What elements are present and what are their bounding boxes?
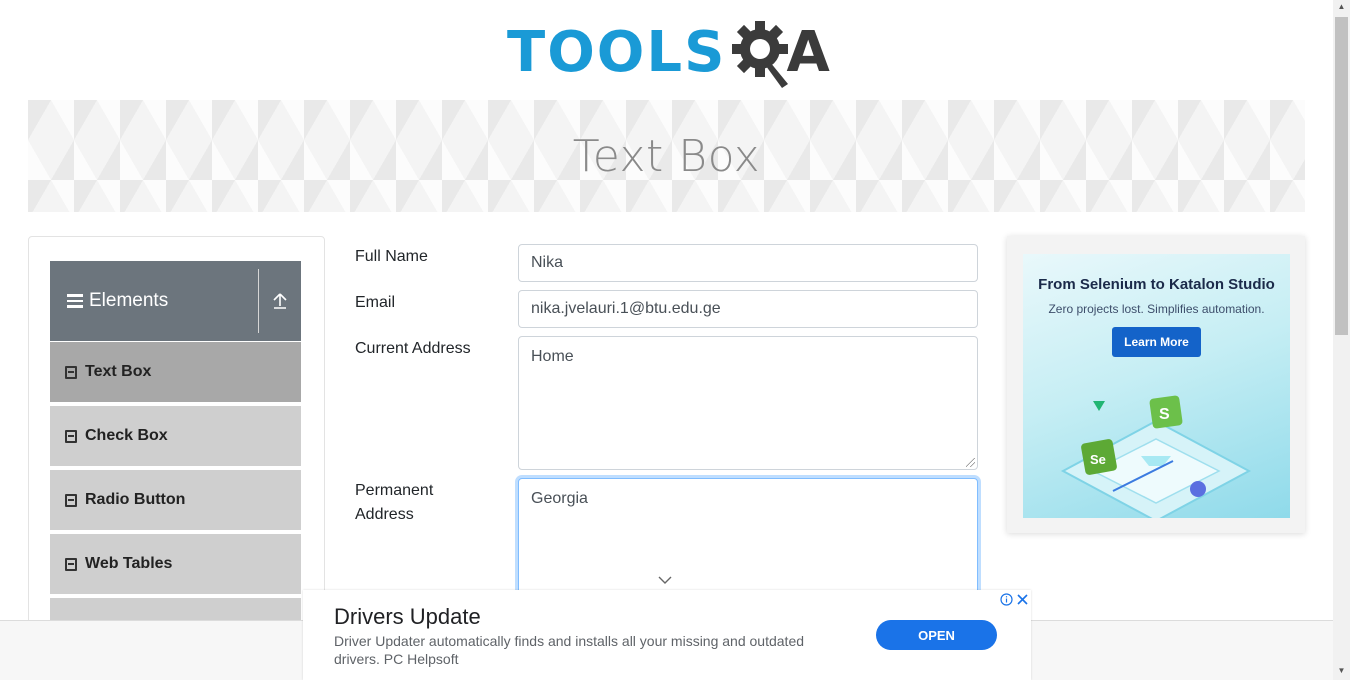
full-name-input[interactable]: Nika: [518, 244, 978, 282]
ad-illustration: S Se: [1060, 395, 1252, 518]
html5-icon: [65, 557, 77, 571]
html5-icon: [65, 429, 77, 443]
collapse-arrow-icon[interactable]: [259, 292, 301, 310]
info-icon[interactable]: [1000, 593, 1013, 606]
open-button[interactable]: OPEN: [876, 620, 997, 650]
html5-icon: [65, 493, 77, 507]
page-banner: Text Box: [28, 100, 1305, 212]
sidebar-item-radio-button[interactable]: Radio Button: [50, 469, 301, 531]
page-title: Text Box: [572, 130, 761, 182]
sidebar-group-header-elements[interactable]: Elements: [50, 261, 301, 341]
scroll-down-arrow-icon[interactable]: ▼: [1333, 666, 1350, 675]
full-name-label: Full Name: [355, 248, 428, 265]
sidebar-item-label: Web Tables: [85, 555, 173, 572]
ad-description: Driver Updater automatically finds and i…: [334, 633, 805, 667]
learn-more-button[interactable]: Learn More: [1112, 327, 1201, 357]
ad-headline: From Selenium to Katalon Studio: [1038, 276, 1275, 293]
katalon-logo-icon: S: [1159, 406, 1170, 423]
ad-title: Drivers Update: [334, 604, 481, 629]
scrollbar-thumb[interactable]: [1335, 17, 1348, 335]
side-advertisement[interactable]: From Selenium to Katalon Studio Zero pro…: [1007, 236, 1305, 533]
current-address-label: Current Address: [355, 340, 471, 357]
hamburger-icon: [67, 294, 83, 308]
bottom-advertisement[interactable]: Drivers Update Driver Updater automatica…: [303, 590, 1031, 680]
sidebar-group-title: Elements: [89, 290, 169, 311]
close-icon[interactable]: [1017, 594, 1028, 605]
email-label: Email: [355, 294, 396, 311]
current-address-textarea[interactable]: Home: [518, 336, 978, 470]
ad-creative: From Selenium to Katalon Studio Zero pro…: [1023, 254, 1290, 518]
logo-text-a: A: [786, 20, 830, 85]
email-input[interactable]: nika.jvelauri.1@btu.edu.ge: [518, 290, 978, 328]
current-address-value: Home: [531, 348, 574, 365]
resize-handle[interactable]: [966, 458, 975, 467]
sidebar-item-check-box[interactable]: Check Box: [50, 405, 301, 467]
sidebar-menu: Text Box Check Box Radio Button Web Tabl…: [50, 341, 301, 661]
sidebar-item-text-box[interactable]: Text Box: [50, 341, 301, 403]
sidebar-item-label: Text Box: [85, 363, 152, 380]
vertical-scrollbar[interactable]: ▲ ▼: [1333, 0, 1350, 680]
gear-icon: [732, 21, 789, 88]
permanent-address-label: Permanent Address: [355, 482, 434, 523]
sidebar-item-label: Radio Button: [85, 491, 186, 508]
scroll-up-arrow-icon[interactable]: ▲: [1333, 2, 1350, 11]
ad-subline: Zero projects lost. Simplifies automatio…: [1048, 302, 1265, 316]
html5-icon: [65, 365, 77, 379]
sidebar-panel: Elements Text Box Check Box Radio Button…: [28, 236, 325, 680]
selenium-logo-icon: Se: [1090, 452, 1106, 467]
toolsqa-logo[interactable]: TOOLS A: [507, 14, 832, 92]
sidebar-item-label: Check Box: [85, 427, 168, 444]
permanent-address-value: Georgia: [531, 490, 588, 507]
logo-text: TOOLS: [507, 20, 727, 85]
sidebar-item-web-tables[interactable]: Web Tables: [50, 533, 301, 595]
chevron-down-icon[interactable]: [658, 575, 672, 585]
